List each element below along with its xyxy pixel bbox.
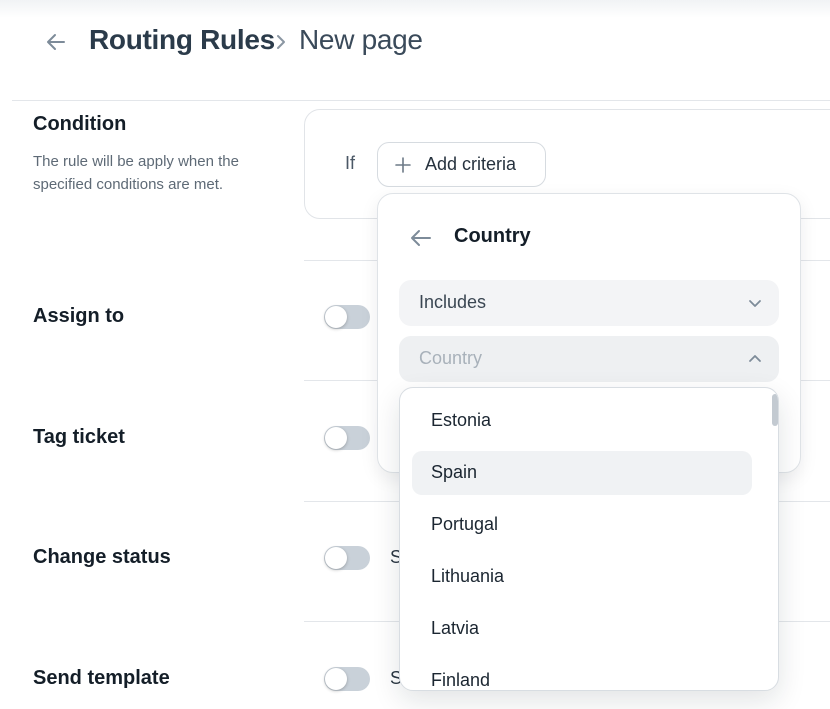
send-template-title: Send template	[33, 667, 170, 689]
option-latvia[interactable]: Latvia	[412, 607, 752, 651]
option-label: Finland	[431, 670, 491, 690]
toggle-knob	[325, 547, 347, 569]
option-portugal[interactable]: Portugal	[412, 503, 752, 547]
send-template-toggle[interactable]	[324, 667, 370, 691]
add-criteria-label: Add criteria	[425, 154, 517, 174]
country-select[interactable]: Country	[399, 336, 779, 382]
popover-title: Country	[454, 225, 531, 247]
if-label: If	[345, 153, 356, 173]
condition-description: The rule will be apply when the specifie…	[33, 153, 239, 193]
breadcrumb-current: New page	[299, 24, 423, 55]
option-lithuania[interactable]: Lithuania	[412, 555, 752, 599]
option-label: Portugal	[431, 514, 499, 534]
breadcrumb-parent[interactable]: Routing Rules	[89, 24, 275, 56]
chevron-right-icon	[277, 35, 285, 49]
country-options-list[interactable]: Estonia Spain Portugal Lithuania Latvia …	[399, 387, 779, 691]
tag-ticket-title: Tag ticket	[33, 426, 125, 448]
add-criteria-button[interactable]: Add criteria	[377, 142, 546, 187]
header-divider	[12, 100, 830, 101]
option-label: Spain	[431, 462, 478, 482]
toggle-knob	[325, 427, 347, 449]
back-arrow-icon[interactable]	[42, 28, 70, 56]
assign-to-title: Assign to	[33, 305, 125, 327]
toggle-knob	[325, 306, 347, 328]
change-status-toggle[interactable]	[324, 546, 370, 570]
option-label: Lithuania	[431, 566, 505, 586]
chevron-up-icon	[749, 355, 761, 362]
option-spain[interactable]: Spain	[412, 451, 752, 495]
option-finland[interactable]: Finland	[412, 659, 752, 690]
chevron-down-icon	[749, 300, 761, 307]
option-estonia[interactable]: Estonia	[412, 399, 752, 443]
change-status-title: Change status	[33, 546, 171, 568]
option-label: Latvia	[431, 618, 480, 638]
assign-to-toggle[interactable]	[324, 305, 370, 329]
plus-icon	[395, 156, 411, 173]
tag-ticket-toggle[interactable]	[324, 426, 370, 450]
list-scrollbar[interactable]	[772, 394, 778, 426]
country-placeholder: Country	[419, 348, 483, 368]
toggle-knob	[325, 668, 347, 690]
option-label: Estonia	[431, 410, 492, 430]
operator-select[interactable]: Includes	[399, 280, 779, 326]
page-header: Routing Rules New page	[0, 0, 830, 100]
operator-value: Includes	[419, 292, 487, 312]
condition-title: Condition	[33, 113, 127, 135]
back-arrow-icon[interactable]	[408, 225, 434, 251]
